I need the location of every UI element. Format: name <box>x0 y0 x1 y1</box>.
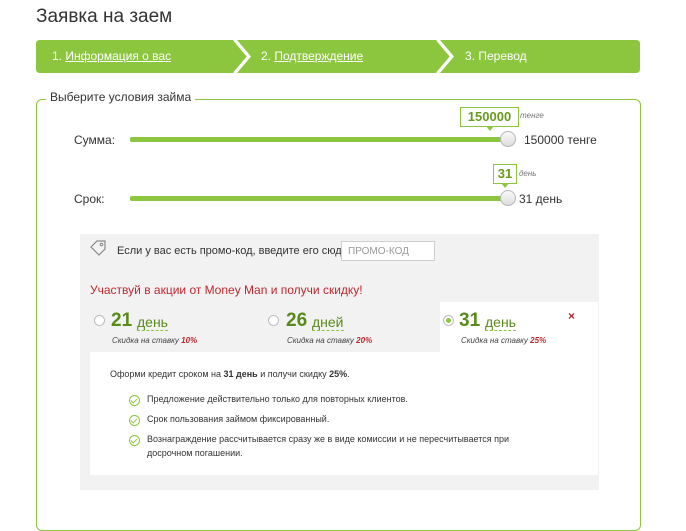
term-option-26-unit[interactable]: дней <box>312 315 344 331</box>
step-1-link[interactable]: Информация о вас <box>65 49 171 63</box>
step-2-number: 2. <box>261 49 275 63</box>
page-title: Заявка на заем <box>36 6 173 27</box>
step-2-link[interactable]: Подтверждение <box>274 49 363 63</box>
step-2[interactable]: 2. Подтверждение <box>261 49 363 63</box>
step-1-number: 1. <box>52 49 66 63</box>
check-icon <box>129 395 140 406</box>
offer-details-intro: Оформи кредит сроком на 31 день и получи… <box>110 369 350 379</box>
term-option-26-discount: Скидка на ставку 20% <box>287 336 373 345</box>
offer-bullet: Вознаграждение рассчитывается сразу же в… <box>147 434 510 458</box>
term-option-31-unit[interactable]: день <box>485 315 516 331</box>
check-icon <box>129 415 140 426</box>
amount-label: Сумма: <box>74 133 116 147</box>
check-icon <box>129 435 140 446</box>
promo-code-prompt: Если у вас есть промо-код, введите его с… <box>117 245 351 257</box>
term-slider-track[interactable] <box>130 196 508 201</box>
amount-slider-track[interactable] <box>130 137 508 142</box>
fieldset-legend: Выберите условия займа <box>46 90 196 104</box>
term-option-26-radio[interactable] <box>268 315 279 326</box>
amount-bubble-unit: тенге <box>520 111 544 120</box>
term-option-31-number: 31 <box>459 310 481 331</box>
term-option-31-radio[interactable] <box>443 315 454 326</box>
term-option-31-discount: Скидка на ставку 25% <box>461 336 547 345</box>
amount-value: 150000 тенге <box>524 133 597 147</box>
offer-bullet: Предложение действительно только для пов… <box>147 394 408 404</box>
term-bubble: 31 <box>493 164 517 188</box>
amount-slider-handle[interactable] <box>500 131 516 147</box>
promo-code-input[interactable] <box>341 241 435 261</box>
term-bubble-unit: день <box>519 169 537 178</box>
offer-bullet: Срок пользования займом фиксированный. <box>147 414 330 424</box>
term-label: Срок: <box>74 192 105 206</box>
close-icon[interactable]: × <box>568 309 575 323</box>
progress-steps: 1. Информация о вас 2. Подтверждение 3. … <box>36 40 640 73</box>
amount-bubble: 150000 <box>460 107 519 131</box>
term-option-21-radio[interactable] <box>94 315 105 326</box>
promo-offer-title: Участвуй в акции от Money Man и получи с… <box>90 283 363 297</box>
tag-icon <box>89 240 107 263</box>
term-value: 31 день <box>519 192 563 206</box>
step-3: 3. Перевод <box>465 49 527 63</box>
term-option-26-number: 26 <box>286 310 308 331</box>
term-option-21-number: 21 <box>111 310 133 331</box>
term-slider-handle[interactable] <box>500 190 516 206</box>
step-1[interactable]: 1. Информация о вас <box>52 49 171 63</box>
term-option-21-discount: Скидка на ставку 10% <box>112 336 198 345</box>
term-option-21-unit[interactable]: день <box>137 315 168 331</box>
